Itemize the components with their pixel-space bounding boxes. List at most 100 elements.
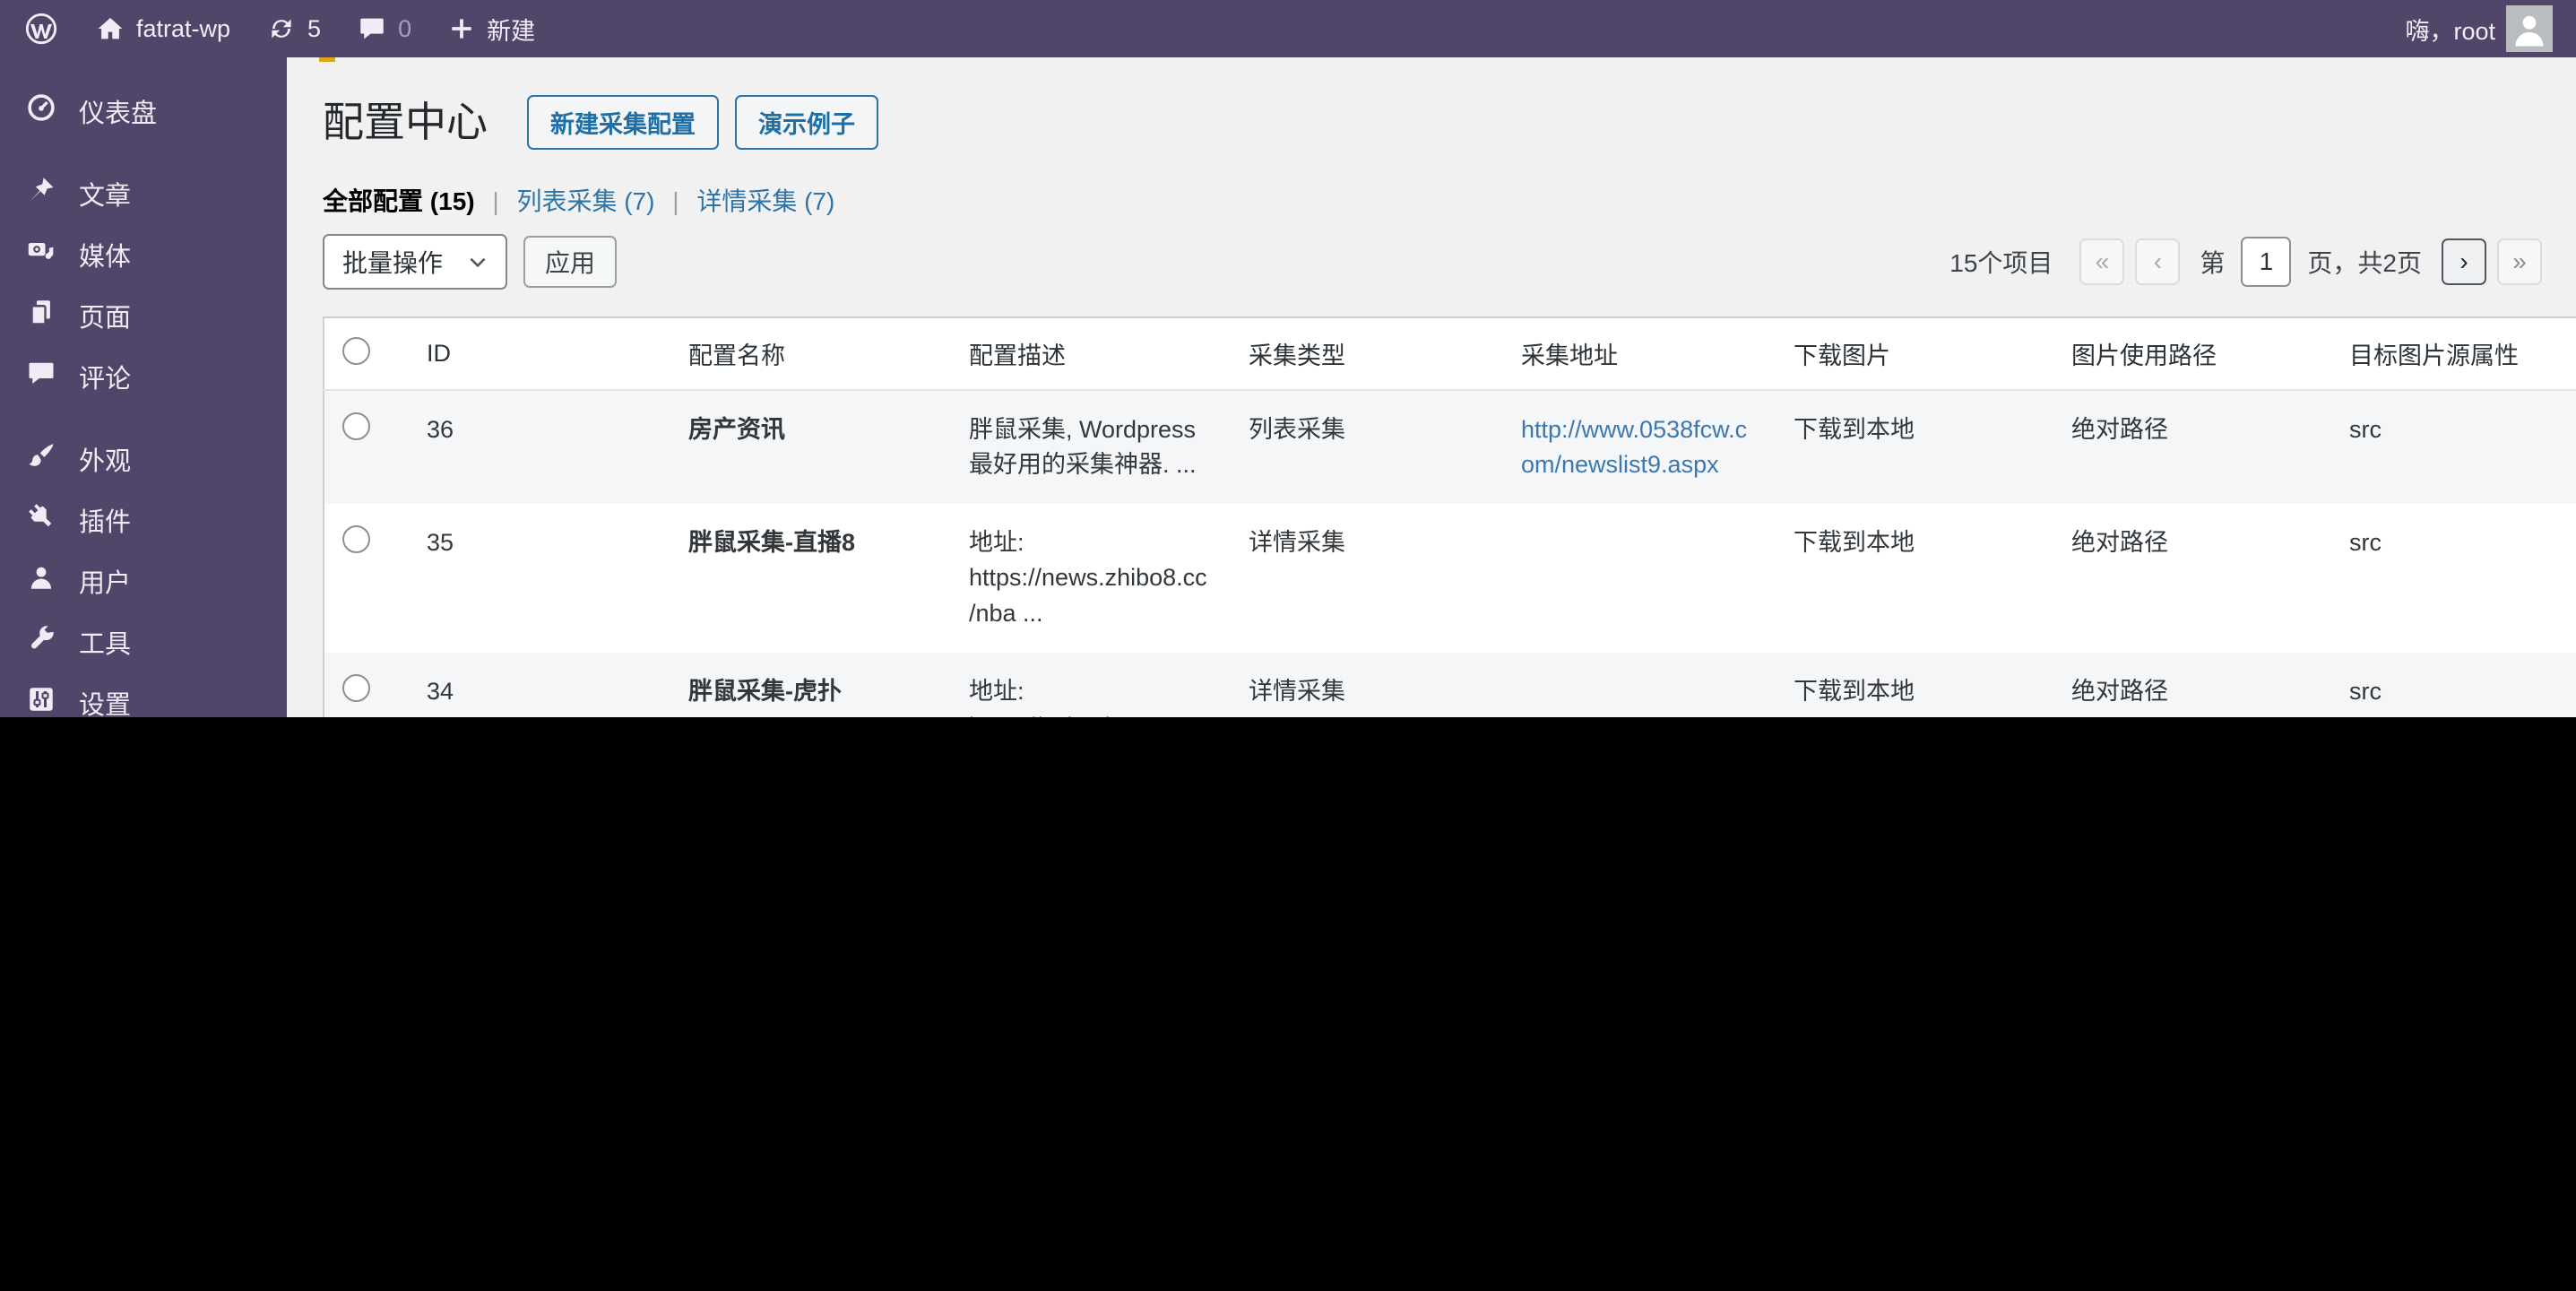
pagination: 15个项目 « ‹ 第 页，共2页 › »: [1949, 237, 2542, 287]
cell-type: 详情采集: [1231, 504, 1503, 652]
sidebar-label: 评论: [79, 358, 131, 395]
cell-path: 绝对路径: [2053, 653, 2331, 717]
cell-attr: src: [2331, 504, 2576, 652]
filter-all[interactable]: 全部配置 (15): [323, 187, 475, 215]
table-row: 35 胖鼠采集-直播8 地址: https://news.zhibo8.cc/n…: [324, 504, 2576, 652]
apply-button[interactable]: 应用: [523, 236, 617, 288]
sidebar-label: 外观: [79, 440, 131, 478]
last-page-button[interactable]: »: [2497, 238, 2542, 285]
filter-links: 全部配置 (15) | 列表采集 (7) | 详情采集 (7): [323, 182, 2542, 218]
cell-name: 胖鼠采集-虎扑: [670, 653, 951, 717]
media-icon: [25, 235, 57, 274]
column-name: 配置名称: [670, 317, 951, 390]
filter-detail-crawl[interactable]: 详情采集 (7): [696, 187, 834, 215]
sidebar-label: 设置: [79, 684, 131, 717]
settings-icon: [25, 683, 57, 717]
admin-menu: 仪表盘 文章 媒体 页面 评论 外观 插件 用户: [0, 57, 287, 717]
select-all-checkbox[interactable]: [342, 337, 370, 365]
new-label: 新建: [487, 12, 535, 47]
cell-desc: 地址: https://voice.hupu.com/spo ...: [951, 653, 1231, 717]
sidebar-item-pages[interactable]: 页面: [0, 285, 287, 346]
current-page-input[interactable]: [2241, 237, 2291, 287]
cell-url: [1503, 504, 1776, 652]
updates-count: 5: [307, 15, 321, 43]
home-icon: [95, 13, 125, 44]
page-title: 配置中心: [323, 98, 488, 147]
prev-page-button[interactable]: ‹: [2135, 238, 2180, 285]
sidebar-label: 插件: [79, 501, 131, 539]
site-link[interactable]: fatrat-wp: [95, 13, 230, 44]
sidebar-item-plugins[interactable]: 插件: [0, 490, 287, 550]
sidebar-item-tools[interactable]: 工具: [0, 611, 287, 672]
plugins-icon: [25, 500, 57, 540]
sidebar-item-users[interactable]: 用户: [0, 550, 287, 611]
cell-download: 下载到本地: [1776, 390, 2053, 504]
crawl-url-link[interactable]: http://www.0538fcw.com/newslist9.aspx: [1521, 416, 1747, 478]
sidebar-item-dashboard[interactable]: 仪表盘: [0, 81, 287, 142]
updates-link[interactable]: 5: [266, 13, 321, 44]
appearance-icon: [25, 439, 57, 479]
demo-button[interactable]: 演示例子: [735, 95, 878, 150]
sidebar-label: 工具: [79, 623, 131, 661]
cell-download: 下载到本地: [1776, 504, 2053, 652]
select-row-checkbox[interactable]: [342, 525, 370, 553]
select-row-checkbox[interactable]: [342, 674, 370, 702]
filter-separator: |: [492, 187, 498, 215]
updates-icon: [266, 13, 297, 44]
avatar: [2506, 5, 2553, 52]
sidebar-item-appearance[interactable]: 外观: [0, 429, 287, 490]
cell-id: 35: [409, 504, 670, 652]
chevron-down-icon: [466, 250, 489, 273]
site-name: fatrat-wp: [136, 15, 230, 43]
next-page-button[interactable]: ›: [2442, 238, 2486, 285]
sidebar-item-settings[interactable]: 设置: [0, 672, 287, 717]
sidebar-item-posts[interactable]: 文章: [0, 163, 287, 224]
column-attr: 目标图片源属性: [2331, 317, 2576, 390]
comments-count: 0: [398, 15, 411, 43]
new-config-button[interactable]: 新建采集配置: [527, 95, 719, 150]
table-row: 36 房产资讯 胖鼠采集, Wordpress最好用的采集神器. ... 列表采…: [324, 390, 2576, 504]
cell-url: [1503, 653, 1776, 717]
cell-download: 下载到本地: [1776, 653, 2053, 717]
column-id[interactable]: ID: [409, 317, 670, 390]
sidebar-label: 仪表盘: [79, 92, 157, 130]
first-page-button[interactable]: «: [2079, 238, 2124, 285]
filter-list-crawl[interactable]: 列表采集 (7): [516, 187, 654, 215]
table-header-row: ID 配置名称 配置描述 采集类型 采集地址 下载图片 图片使用路径 目标图片源…: [324, 317, 2576, 390]
page-suffix: 页，共2页: [2307, 244, 2422, 280]
menu-separator: [0, 407, 287, 429]
dashboard-icon: [25, 91, 57, 131]
cell-desc: 胖鼠采集, Wordpress最好用的采集神器. ...: [951, 390, 1231, 504]
sidebar-label: 页面: [79, 297, 131, 334]
wordpress-logo-icon[interactable]: [23, 11, 59, 47]
sidebar-item-media[interactable]: 媒体: [0, 224, 287, 285]
bulk-action-select[interactable]: 批量操作: [323, 234, 507, 290]
admin-bar: fatrat-wp 5 0 新建 嗨，root: [0, 0, 2576, 57]
wordpress-admin: fatrat-wp 5 0 新建 嗨，root 仪表盘: [0, 0, 2576, 1291]
sidebar-label: 文章: [79, 175, 131, 212]
plus-icon: [447, 14, 476, 43]
posts-icon: [25, 174, 57, 213]
items-total: 15个项目: [1949, 244, 2053, 280]
new-content-link[interactable]: 新建: [447, 12, 535, 47]
my-account-link[interactable]: 嗨，root: [2405, 5, 2553, 52]
select-row-checkbox[interactable]: [342, 412, 370, 440]
cell-id: 34: [409, 653, 670, 717]
page-prefix: 第: [2200, 244, 2225, 280]
menu-separator: [0, 142, 287, 163]
pages-icon: [25, 296, 57, 335]
column-type: 采集类型: [1231, 317, 1503, 390]
column-path: 图片使用路径: [2053, 317, 2331, 390]
comment-icon: [357, 13, 387, 44]
cell-attr: src: [2331, 390, 2576, 504]
cell-attr: src: [2331, 653, 2576, 717]
cell-name: 房产资讯: [670, 390, 951, 504]
bulk-select-label: 批量操作: [342, 244, 443, 280]
sidebar-item-comments[interactable]: 评论: [0, 346, 287, 407]
column-desc: 配置描述: [951, 317, 1231, 390]
comments-link[interactable]: 0: [357, 13, 411, 44]
cell-type: 详情采集: [1231, 653, 1503, 717]
cell-name: 胖鼠采集-直播8: [670, 504, 951, 652]
users-icon: [25, 561, 57, 601]
table-row: 34 胖鼠采集-虎扑 地址: https://voice.hupu.com/sp…: [324, 653, 2576, 717]
